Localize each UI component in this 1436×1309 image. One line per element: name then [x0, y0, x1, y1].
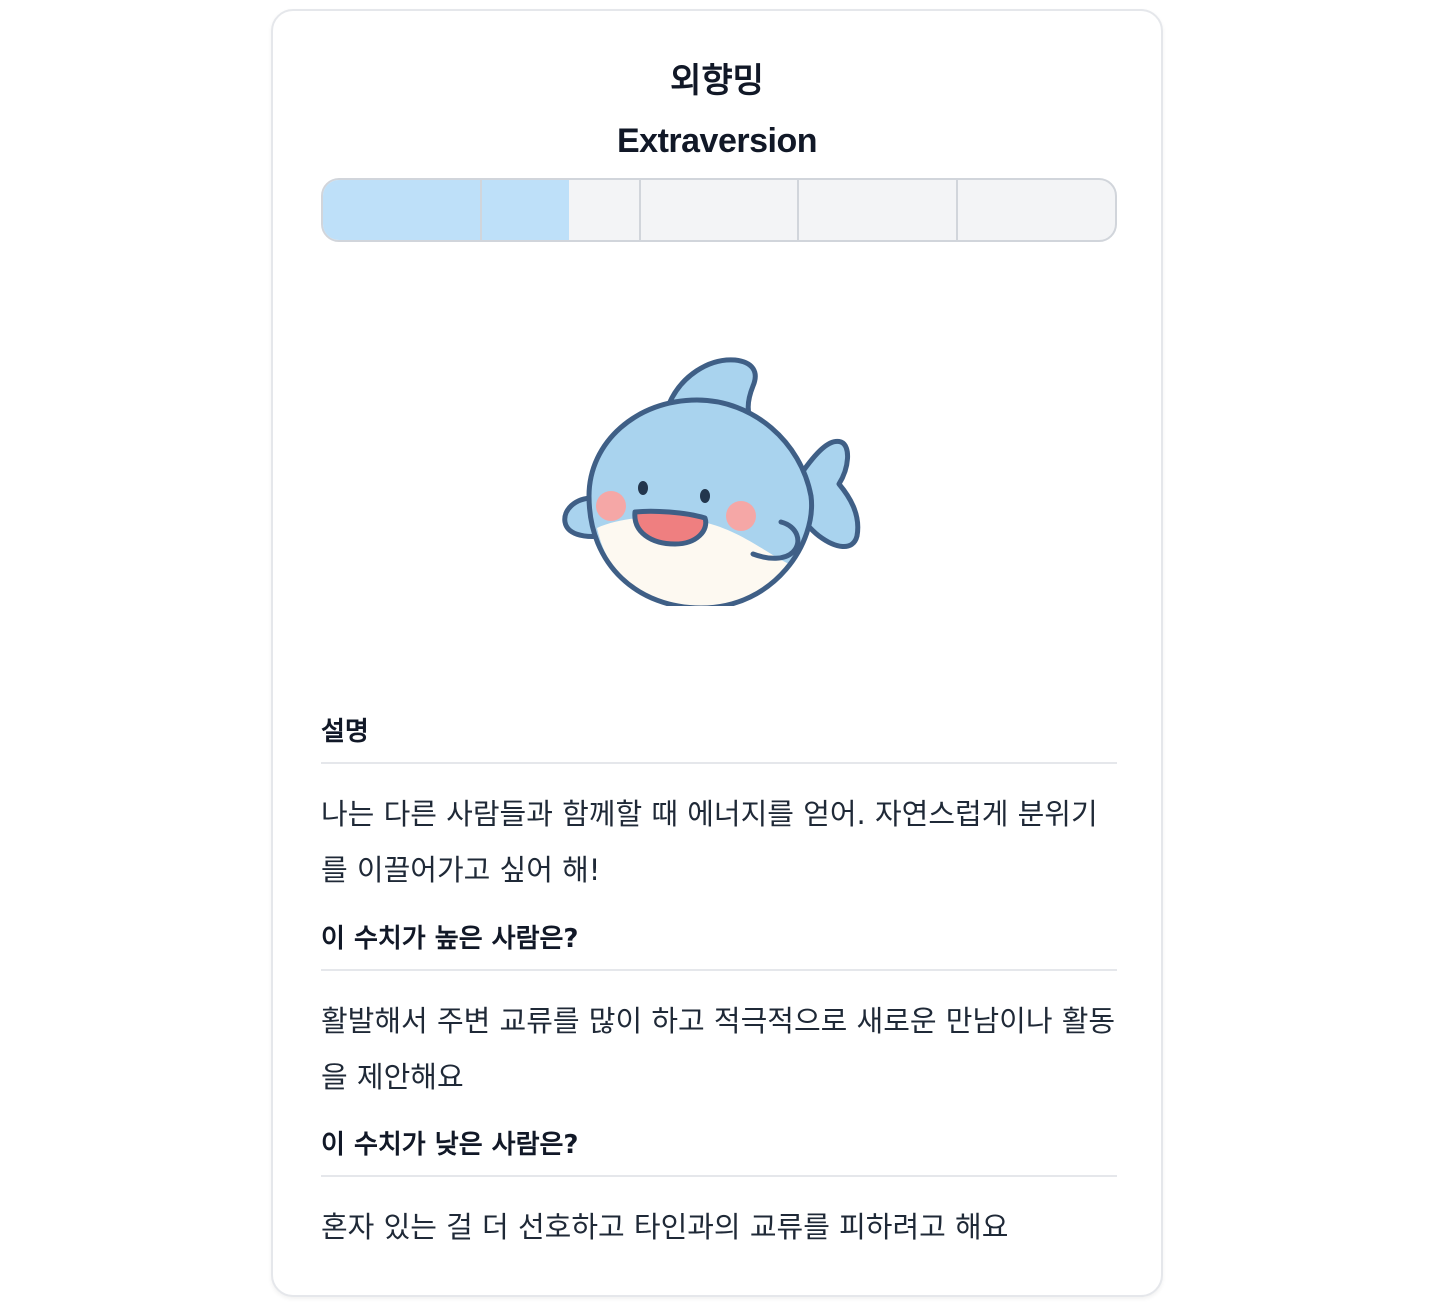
section-heading-low: 이 수치가 낮은 사람은?	[321, 1129, 1117, 1177]
score-bar-segment	[641, 180, 800, 240]
trait-card: 외향밍 Extraversion 설명 나는 다른 사람들과 함께할 때 에너지…	[271, 9, 1163, 1297]
section-heading-high: 이 수치가 높은 사람은?	[321, 923, 1117, 971]
dolphin-mascot-icon	[562, 357, 861, 606]
trait-title-korean: 외향밍	[670, 61, 764, 101]
section-body-low: 혼자 있는 걸 더 선호하고 타인과의 교류를 피하려고 해요	[321, 1210, 1009, 1244]
section-body-description: 나는 다른 사람들과 함께할 때 에너지를 얻어. 자연스럽게 분위기를 이끌어…	[321, 797, 1098, 887]
score-bar-segment	[958, 180, 1115, 240]
score-bar-segment	[323, 180, 482, 240]
section-heading-description: 설명	[321, 716, 1117, 764]
score-bar	[321, 178, 1117, 242]
score-bar-segment	[799, 180, 959, 240]
trait-title-english: Extraversion	[617, 122, 818, 160]
score-bar-segment	[482, 180, 641, 240]
section-body-high: 활발해서 주변 교류를 많이 하고 적극적으로 새로운 만남이나 활동을 제안해…	[321, 1004, 1116, 1094]
